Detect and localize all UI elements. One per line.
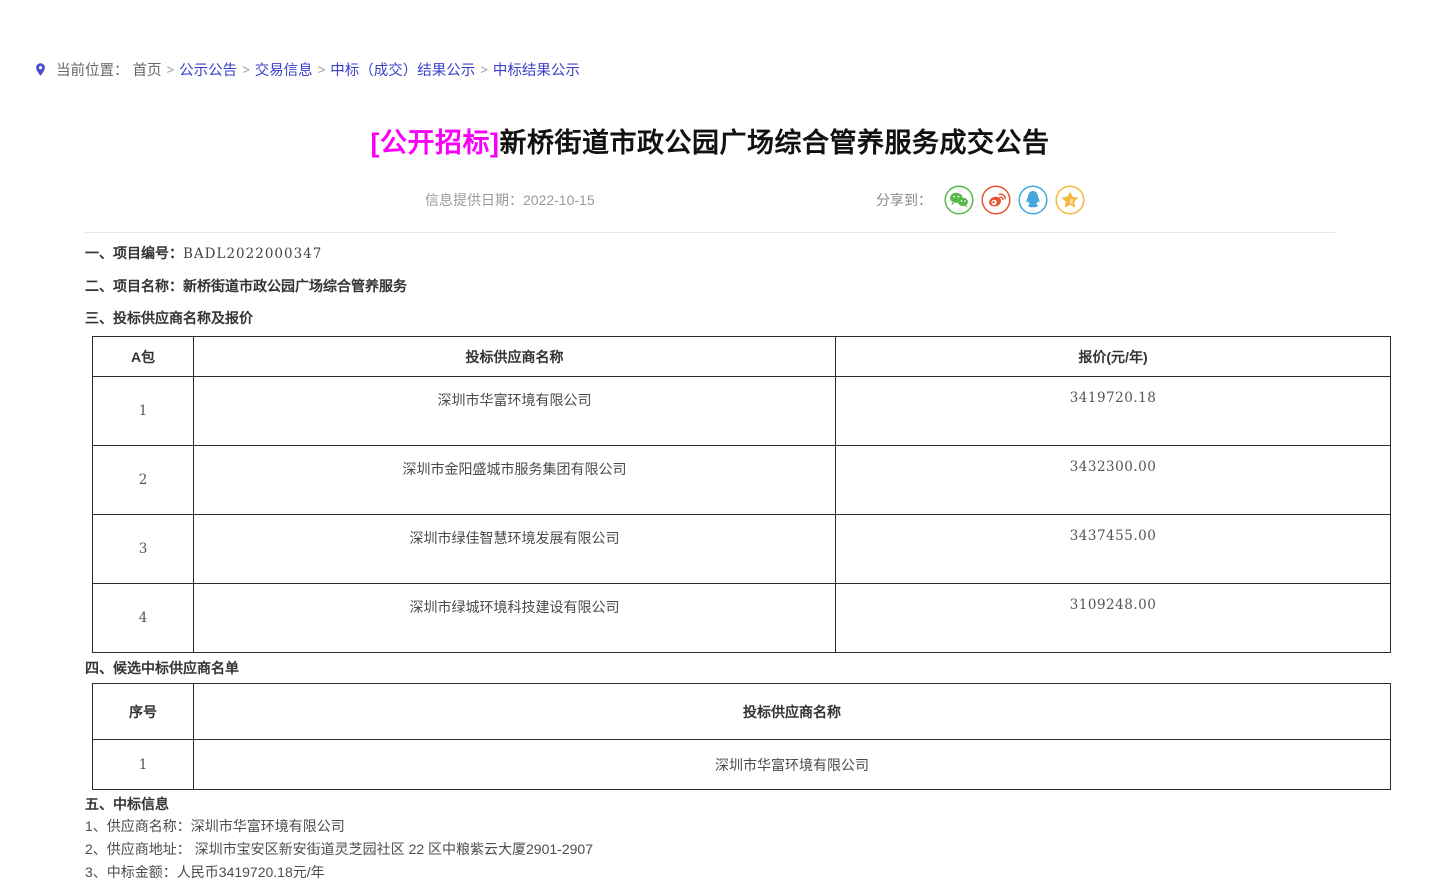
award-supplier-address: 2、供应商地址： 深圳市宝安区新安街道灵芝园社区 22 区中粮紫云大厦2901-… (85, 838, 1447, 861)
candidate-suppliers-table: 序号 投标供应商名称 1 深圳市华富环境有限公司 (92, 683, 1391, 790)
bid-row-number: 3 (93, 515, 194, 584)
table-header-row: A包 投标供应商名称 报价(元/年) (93, 337, 1391, 377)
table-row: 3 深圳市绿佳智慧环境发展有限公司 3437455.00 (93, 515, 1391, 584)
section-award-heading: 五、中标信息 (85, 796, 1447, 812)
project-number-value: BADL2022000347 (183, 246, 322, 262)
candidate-row-number: 1 (93, 740, 194, 790)
col-header-package: A包 (93, 337, 194, 377)
project-number-label: 一、项目编号： (85, 245, 183, 261)
breadcrumb-item-trade-info[interactable]: 交易信息 (255, 59, 313, 80)
breadcrumb-separator: > (318, 62, 326, 77)
award-supplier-name: 1、供应商名称：深圳市华富环境有限公司 (85, 815, 1447, 838)
bid-supplier-name: 深圳市金阳盛城市服务集团有限公司 (194, 446, 836, 515)
bid-price: 3437455.00 (836, 515, 1391, 584)
svg-text:z: z (1070, 197, 1074, 206)
page-title: [公开招标]新桥街道市政公园广场综合管养服务成交公告 (85, 126, 1335, 160)
breadcrumb: 当前位置： 首页 > 公示公告 > 交易信息 > 中标（成交）结果公示 > 中标… (33, 58, 1447, 80)
breadcrumb-item-award-results[interactable]: 中标（成交）结果公示 (330, 59, 475, 80)
col-header-supplier: 投标供应商名称 (194, 337, 836, 377)
bid-row-number: 1 (93, 377, 194, 446)
breadcrumb-separator: > (242, 62, 250, 77)
bid-supplier-name: 深圳市绿佳智慧环境发展有限公司 (194, 515, 836, 584)
share-label: 分享到： (876, 190, 932, 210)
breadcrumb-location-label: 当前位置： (56, 59, 129, 80)
candidate-supplier-name: 深圳市华富环境有限公司 (194, 740, 1391, 790)
table-header-row: 序号 投标供应商名称 (93, 684, 1391, 740)
section-candidates-heading: 四、候选中标供应商名单 (85, 660, 1447, 676)
title-text: 新桥街道市政公园广场综合管养服务成交公告 (499, 128, 1049, 158)
bid-row-number: 4 (93, 584, 194, 653)
publish-date: 信息提供日期：2022-10-15 (425, 190, 595, 210)
share-wechat-icon[interactable] (944, 185, 974, 215)
breadcrumb-item-announcements[interactable]: 公示公告 (179, 59, 237, 80)
award-amount: 3、中标金额：人民币3419720.18元/年 (85, 861, 1447, 882)
title-procurement-tag: [公开招标] (371, 128, 500, 158)
share-icons: z (944, 185, 1085, 215)
col-header-price: 报价(元/年) (836, 337, 1391, 377)
bid-row-number: 2 (93, 446, 194, 515)
breadcrumb-separator: > (167, 62, 175, 77)
award-info: 1、供应商名称：深圳市华富环境有限公司 2、供应商地址： 深圳市宝安区新安街道灵… (85, 815, 1447, 882)
section-project-name: 二、项目名称：新桥街道市政公园广场综合管养服务 (85, 278, 1447, 294)
bid-price: 3109248.00 (836, 584, 1391, 653)
share-weibo-icon[interactable] (981, 185, 1011, 215)
col-header-supplier: 投标供应商名称 (194, 684, 1391, 740)
table-row: 1 深圳市华富环境有限公司 (93, 740, 1391, 790)
bid-supplier-name: 深圳市华富环境有限公司 (194, 377, 836, 446)
bid-suppliers-table: A包 投标供应商名称 报价(元/年) 1 深圳市华富环境有限公司 3419720… (92, 336, 1391, 653)
breadcrumb-separator: > (480, 62, 488, 77)
location-pin-icon (33, 60, 48, 79)
breadcrumb-item-current[interactable]: 中标结果公示 (493, 59, 580, 80)
bid-supplier-name: 深圳市绿城环境科技建设有限公司 (194, 584, 836, 653)
table-row: 1 深圳市华富环境有限公司 3419720.18 (93, 377, 1391, 446)
table-row: 2 深圳市金阳盛城市服务集团有限公司 3432300.00 (93, 446, 1391, 515)
share-group: 分享到： (876, 185, 1085, 215)
share-qzone-icon[interactable]: z (1055, 185, 1085, 215)
breadcrumb-item-home[interactable]: 首页 (133, 59, 162, 80)
bid-price: 3419720.18 (836, 377, 1391, 446)
meta-row: 信息提供日期：2022-10-15 分享到： (85, 184, 1335, 216)
share-qq-icon[interactable] (1018, 185, 1048, 215)
section-project-number: 一、项目编号：BADL2022000347 (85, 245, 1447, 262)
content-divider (85, 232, 1335, 233)
bid-price: 3432300.00 (836, 446, 1391, 515)
section-bidders-heading: 三、投标供应商名称及报价 (85, 310, 1447, 326)
table-row: 4 深圳市绿城环境科技建设有限公司 3109248.00 (93, 584, 1391, 653)
col-header-seq: 序号 (93, 684, 194, 740)
